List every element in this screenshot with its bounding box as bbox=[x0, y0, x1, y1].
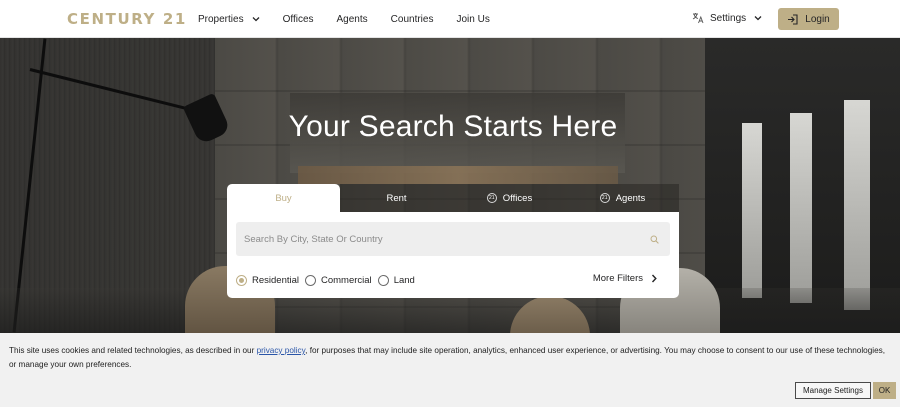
hero-background-fire bbox=[298, 166, 618, 184]
nav-item-agents[interactable]: Agents bbox=[337, 14, 368, 25]
site-header: CENTURY 21 Properties Offices Agents Cou… bbox=[0, 0, 900, 38]
radio-button[interactable] bbox=[236, 275, 247, 286]
hero-title: Your Search Starts Here bbox=[288, 110, 618, 143]
nav-item-label: Join Us bbox=[456, 13, 490, 25]
search-icon[interactable] bbox=[650, 235, 659, 244]
tab-label: Buy bbox=[275, 192, 292, 204]
c21-icon: 21 bbox=[486, 193, 497, 203]
tab-label: Agents bbox=[615, 192, 646, 204]
radio-commercial[interactable]: Commercial bbox=[305, 275, 372, 286]
nav-item-label: Countries bbox=[390, 13, 434, 25]
translate-icon bbox=[692, 13, 704, 24]
manage-settings-button[interactable]: Manage Settings bbox=[795, 382, 871, 399]
tab-rent[interactable]: Rent bbox=[340, 184, 453, 212]
tab-label: Rent bbox=[386, 192, 407, 204]
privacy-policy-link[interactable]: privacy policy bbox=[257, 346, 306, 355]
search-card: Residential Commercial Land More Filters bbox=[227, 212, 679, 298]
chevron-down-icon bbox=[754, 16, 762, 21]
nav-item-label: Properties bbox=[198, 13, 244, 25]
radio-land[interactable]: Land bbox=[377, 275, 415, 286]
nav-item-join-us[interactable]: Join Us bbox=[456, 14, 489, 25]
century21-logo[interactable]: CENTURY 21 bbox=[67, 10, 187, 28]
login-icon bbox=[788, 13, 798, 25]
property-type-radios: Residential Commercial Land bbox=[236, 275, 421, 286]
radio-label: Commercial bbox=[321, 275, 372, 286]
nav-item-label: Agents bbox=[336, 13, 368, 25]
cookie-banner: This site uses cookies and related techn… bbox=[0, 333, 900, 407]
more-filters-label: More Filters bbox=[592, 273, 643, 284]
nav-item-label: Offices bbox=[282, 13, 314, 25]
chevron-right-icon bbox=[651, 274, 657, 283]
settings-label: Settings bbox=[710, 12, 747, 24]
settings-dropdown[interactable]: Settings bbox=[692, 12, 762, 24]
radio-label: Residential bbox=[252, 275, 299, 286]
cookie-text-start: This site uses cookies and related techn… bbox=[9, 346, 257, 355]
nav-item-properties[interactable]: Properties bbox=[198, 14, 260, 25]
c21-icon: 21 bbox=[599, 193, 610, 203]
radio-button[interactable] bbox=[305, 275, 316, 286]
login-label: Login bbox=[805, 13, 830, 25]
nav-item-offices[interactable]: Offices bbox=[283, 14, 314, 25]
cookie-text: This site uses cookies and related techn… bbox=[9, 344, 889, 372]
main-nav: Properties Offices Agents Countries Join… bbox=[198, 0, 513, 38]
ok-button[interactable]: OK bbox=[873, 382, 896, 399]
search-box bbox=[236, 222, 670, 256]
radio-residential[interactable]: Residential bbox=[236, 275, 299, 286]
tab-offices[interactable]: 21 Offices bbox=[453, 184, 566, 212]
more-filters-button[interactable]: More Filters bbox=[593, 273, 657, 284]
tab-buy[interactable]: Buy bbox=[227, 184, 340, 212]
search-tabs: Buy Rent 21 Offices 21 Agents bbox=[227, 184, 679, 212]
search-input[interactable] bbox=[236, 233, 636, 245]
tab-agents[interactable]: 21 Agents bbox=[566, 184, 679, 212]
chevron-down-icon bbox=[252, 17, 260, 22]
tab-label: Offices bbox=[502, 192, 533, 204]
hero-background-window bbox=[742, 123, 762, 298]
nav-item-countries[interactable]: Countries bbox=[391, 14, 434, 25]
radio-button[interactable] bbox=[377, 275, 389, 286]
login-button[interactable]: Login bbox=[778, 8, 839, 30]
radio-label: Land bbox=[393, 275, 415, 286]
